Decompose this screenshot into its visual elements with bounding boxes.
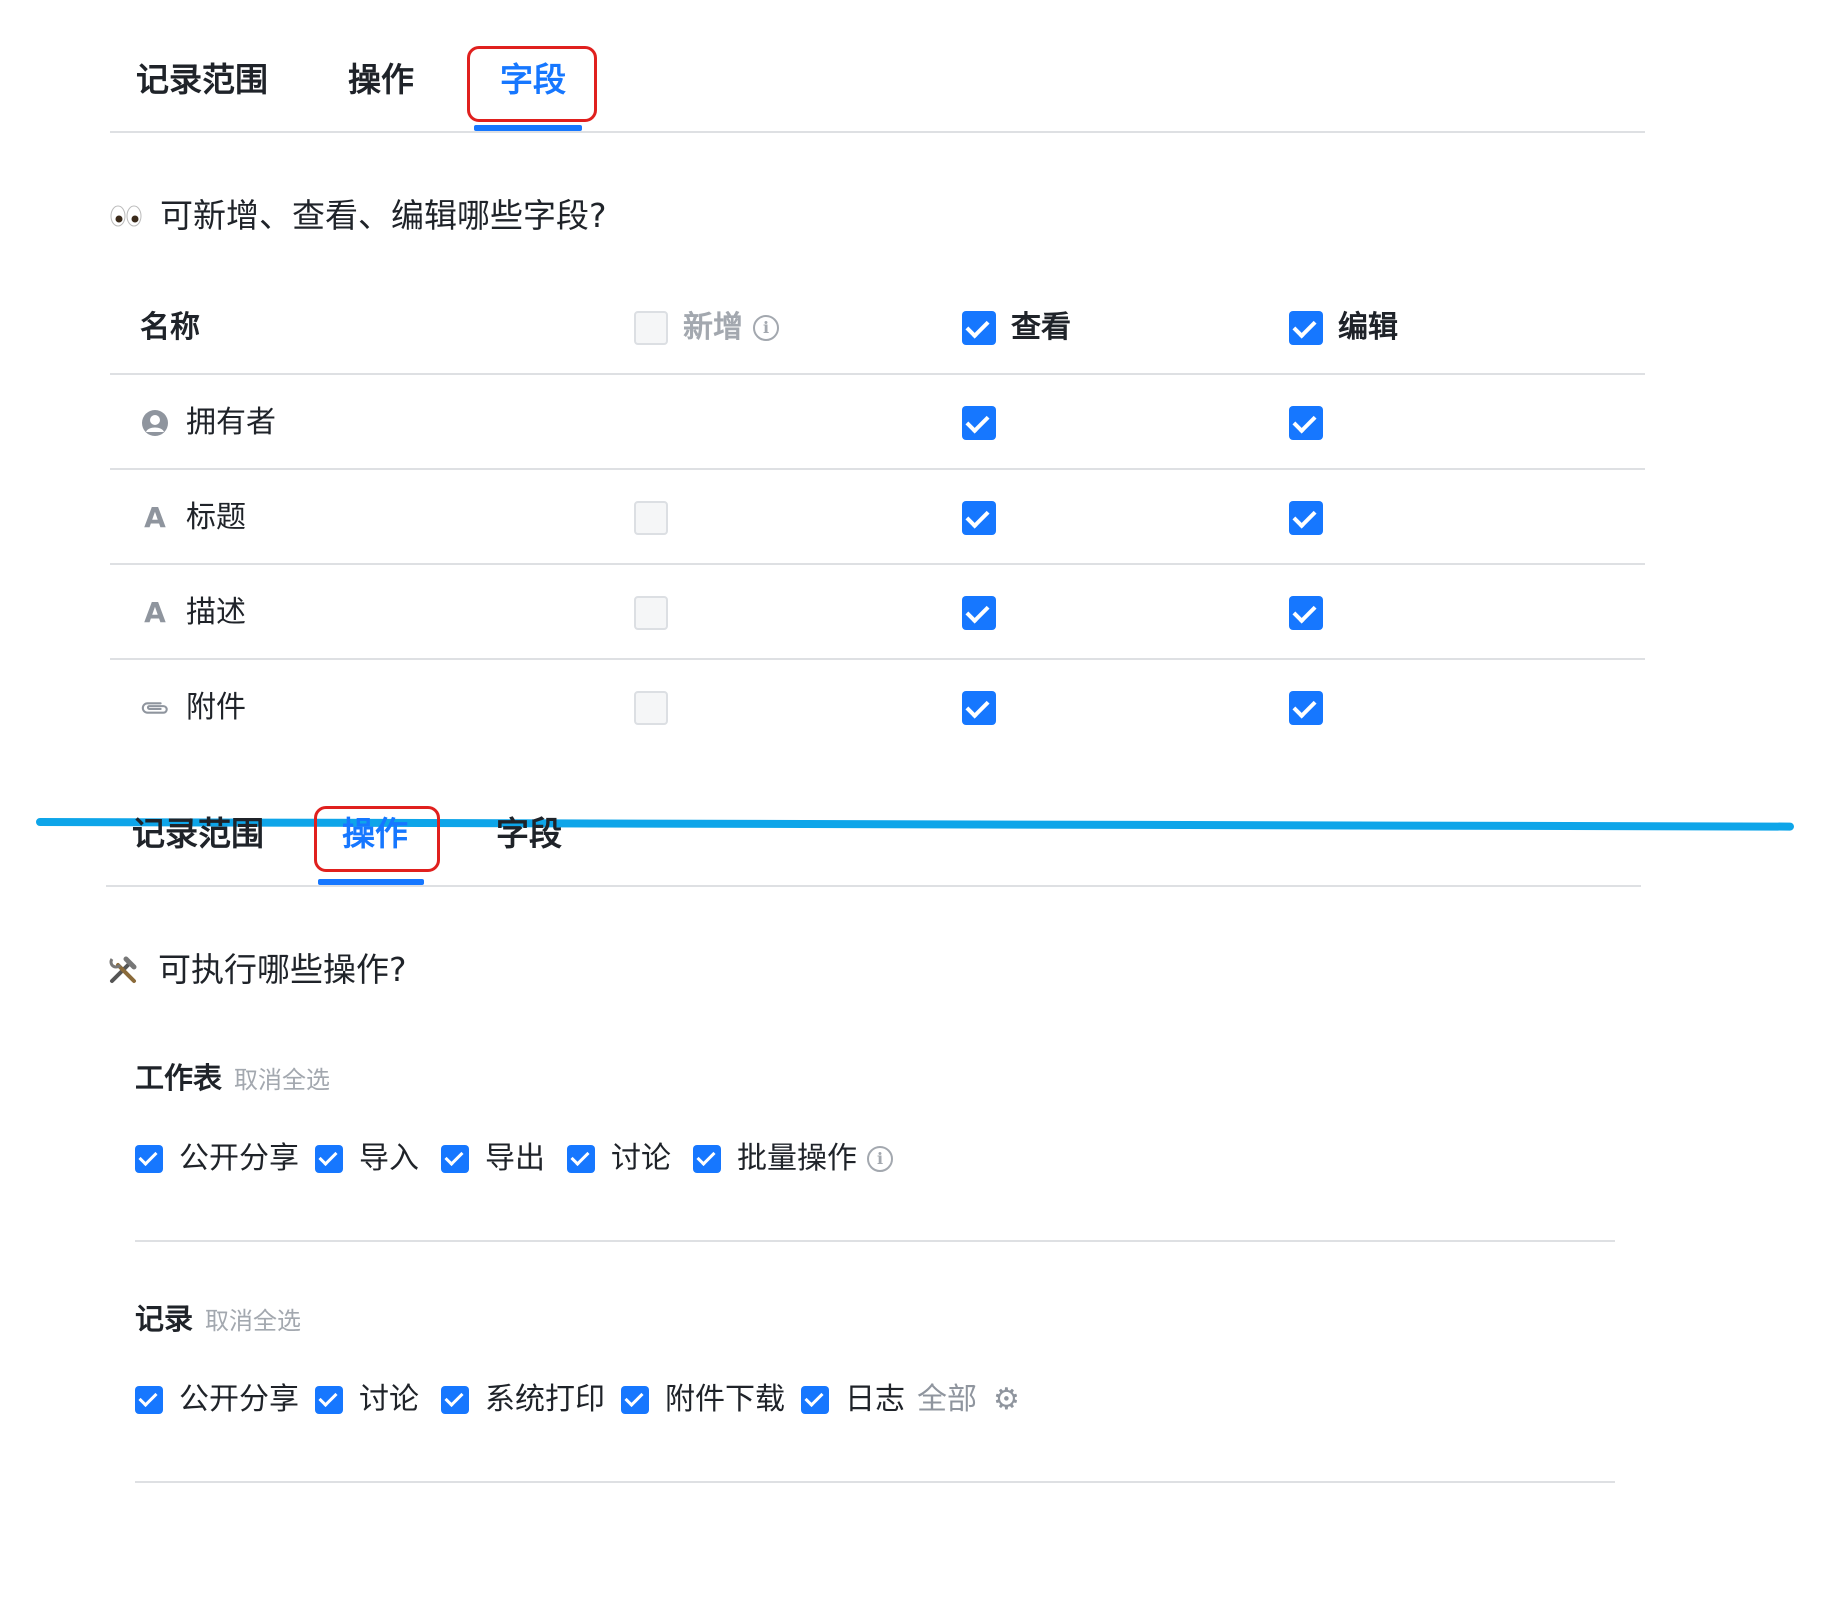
- op-worksheet-share[interactable]: 公开分享: [135, 1141, 299, 1177]
- description-edit-checkbox[interactable]: [1289, 596, 1323, 630]
- op-label: 附件下载: [665, 1382, 785, 1417]
- op-checkbox[interactable]: [621, 1386, 649, 1414]
- column-header-name: 名称: [140, 310, 200, 345]
- header-add-checkbox[interactable]: [634, 311, 668, 345]
- op-checkbox[interactable]: [315, 1386, 343, 1414]
- header-edit-checkbox[interactable]: [1289, 311, 1323, 345]
- tab-operations-1[interactable]: 操作: [348, 60, 414, 100]
- op-checkbox[interactable]: [135, 1386, 163, 1414]
- op-worksheet-batch[interactable]: 批量操作 i: [693, 1141, 893, 1177]
- op-checkbox[interactable]: [441, 1386, 469, 1414]
- person-circle-icon: [140, 409, 170, 437]
- op-label: 讨论: [611, 1141, 671, 1176]
- highlight-box-operations-tab: [314, 806, 440, 872]
- field-label-title: 标题: [186, 500, 246, 535]
- column-header-add-label: 新增: [683, 310, 743, 345]
- paperclip-icon: [140, 698, 170, 718]
- field-row-description: A 描述: [140, 595, 246, 631]
- tab-record-scope-2[interactable]: 记录范围: [132, 814, 264, 854]
- tab-record-scope-1[interactable]: 记录范围: [136, 60, 268, 100]
- op-checkbox[interactable]: [315, 1145, 343, 1173]
- field-label-owner: 拥有者: [186, 405, 276, 440]
- op-label: 导入: [359, 1141, 419, 1176]
- op-label: 批量操作: [737, 1141, 857, 1176]
- fields-question: 可新增、查看、编辑哪些字段?: [110, 196, 607, 236]
- info-icon[interactable]: i: [867, 1146, 893, 1172]
- eyes-icon: [110, 203, 142, 229]
- op-record-discuss[interactable]: 讨论: [315, 1382, 419, 1418]
- highlight-box-fields-tab: [467, 46, 597, 122]
- section-divider: [35, 818, 1795, 831]
- op-label: 讨论: [359, 1382, 419, 1417]
- field-label-description: 描述: [186, 595, 246, 630]
- operations-question: 可执行哪些操作?: [106, 950, 407, 990]
- text-type-icon: A: [144, 596, 166, 629]
- field-row-title: A 标题: [140, 500, 246, 536]
- attachment-add-checkbox[interactable]: [634, 691, 668, 725]
- op-checkbox[interactable]: [801, 1386, 829, 1414]
- op-worksheet-discuss[interactable]: 讨论: [567, 1141, 671, 1177]
- op-checkbox[interactable]: [441, 1145, 469, 1173]
- group-rule: [135, 1481, 1615, 1483]
- attachment-edit-checkbox[interactable]: [1289, 691, 1323, 725]
- info-icon[interactable]: i: [753, 315, 779, 341]
- op-worksheet-export[interactable]: 导出: [441, 1141, 545, 1177]
- field-label-attachment: 附件: [186, 690, 246, 725]
- row-rule: [110, 468, 1645, 470]
- header-row-rule: [110, 373, 1645, 375]
- op-checkbox[interactable]: [135, 1145, 163, 1173]
- owner-edit-checkbox[interactable]: [1289, 406, 1323, 440]
- column-header-edit: 编辑: [1338, 310, 1398, 345]
- log-scope-value[interactable]: 全部: [917, 1382, 977, 1418]
- owner-view-checkbox[interactable]: [962, 406, 996, 440]
- title-add-checkbox[interactable]: [634, 501, 668, 535]
- op-label: 公开分享: [179, 1382, 299, 1417]
- deselect-all-worksheet-link[interactable]: 取消全选: [234, 1062, 330, 1098]
- attachment-view-checkbox[interactable]: [962, 691, 996, 725]
- row-rule: [110, 563, 1645, 565]
- title-view-checkbox[interactable]: [962, 501, 996, 535]
- op-record-log[interactable]: 日志 全部 ⚙: [801, 1382, 1020, 1418]
- field-row-owner: 拥有者: [140, 405, 276, 441]
- gear-icon[interactable]: ⚙: [993, 1382, 1020, 1418]
- op-checkbox[interactable]: [567, 1145, 595, 1173]
- op-checkbox[interactable]: [693, 1145, 721, 1173]
- op-label: 导出: [485, 1141, 545, 1176]
- op-label: 公开分享: [179, 1141, 299, 1176]
- op-record-attachment-download[interactable]: 附件下载: [621, 1382, 785, 1418]
- group-rule: [135, 1240, 1615, 1242]
- column-header-add: 新增 i: [683, 310, 779, 346]
- op-worksheet-import[interactable]: 导入: [315, 1141, 419, 1177]
- deselect-all-record-link[interactable]: 取消全选: [205, 1303, 301, 1339]
- header-view-checkbox[interactable]: [962, 311, 996, 345]
- column-header-view: 查看: [1011, 310, 1071, 345]
- op-label: 日志: [845, 1382, 905, 1417]
- tabs-bottom-rule: [106, 885, 1641, 887]
- text-type-icon: A: [144, 501, 166, 534]
- group-title-record-text: 记录: [135, 1302, 194, 1336]
- title-edit-checkbox[interactable]: [1289, 501, 1323, 535]
- tools-icon: [106, 953, 140, 987]
- group-title-record: 记录 取消全选: [135, 1301, 301, 1339]
- tabs-bottom-rule: [110, 131, 1645, 133]
- group-title-worksheet-text: 工作表: [135, 1061, 223, 1095]
- operations-question-text: 可执行哪些操作?: [158, 950, 407, 989]
- fields-question-text: 可新增、查看、编辑哪些字段?: [160, 196, 607, 235]
- tab-fields-2[interactable]: 字段: [496, 814, 562, 854]
- row-rule: [110, 658, 1645, 660]
- description-view-checkbox[interactable]: [962, 596, 996, 630]
- op-label: 系统打印: [485, 1382, 605, 1417]
- description-add-checkbox[interactable]: [634, 596, 668, 630]
- op-record-share[interactable]: 公开分享: [135, 1382, 299, 1418]
- op-record-print[interactable]: 系统打印: [441, 1382, 605, 1418]
- field-row-attachment: 附件: [140, 690, 246, 726]
- group-title-worksheet: 工作表 取消全选: [135, 1060, 330, 1098]
